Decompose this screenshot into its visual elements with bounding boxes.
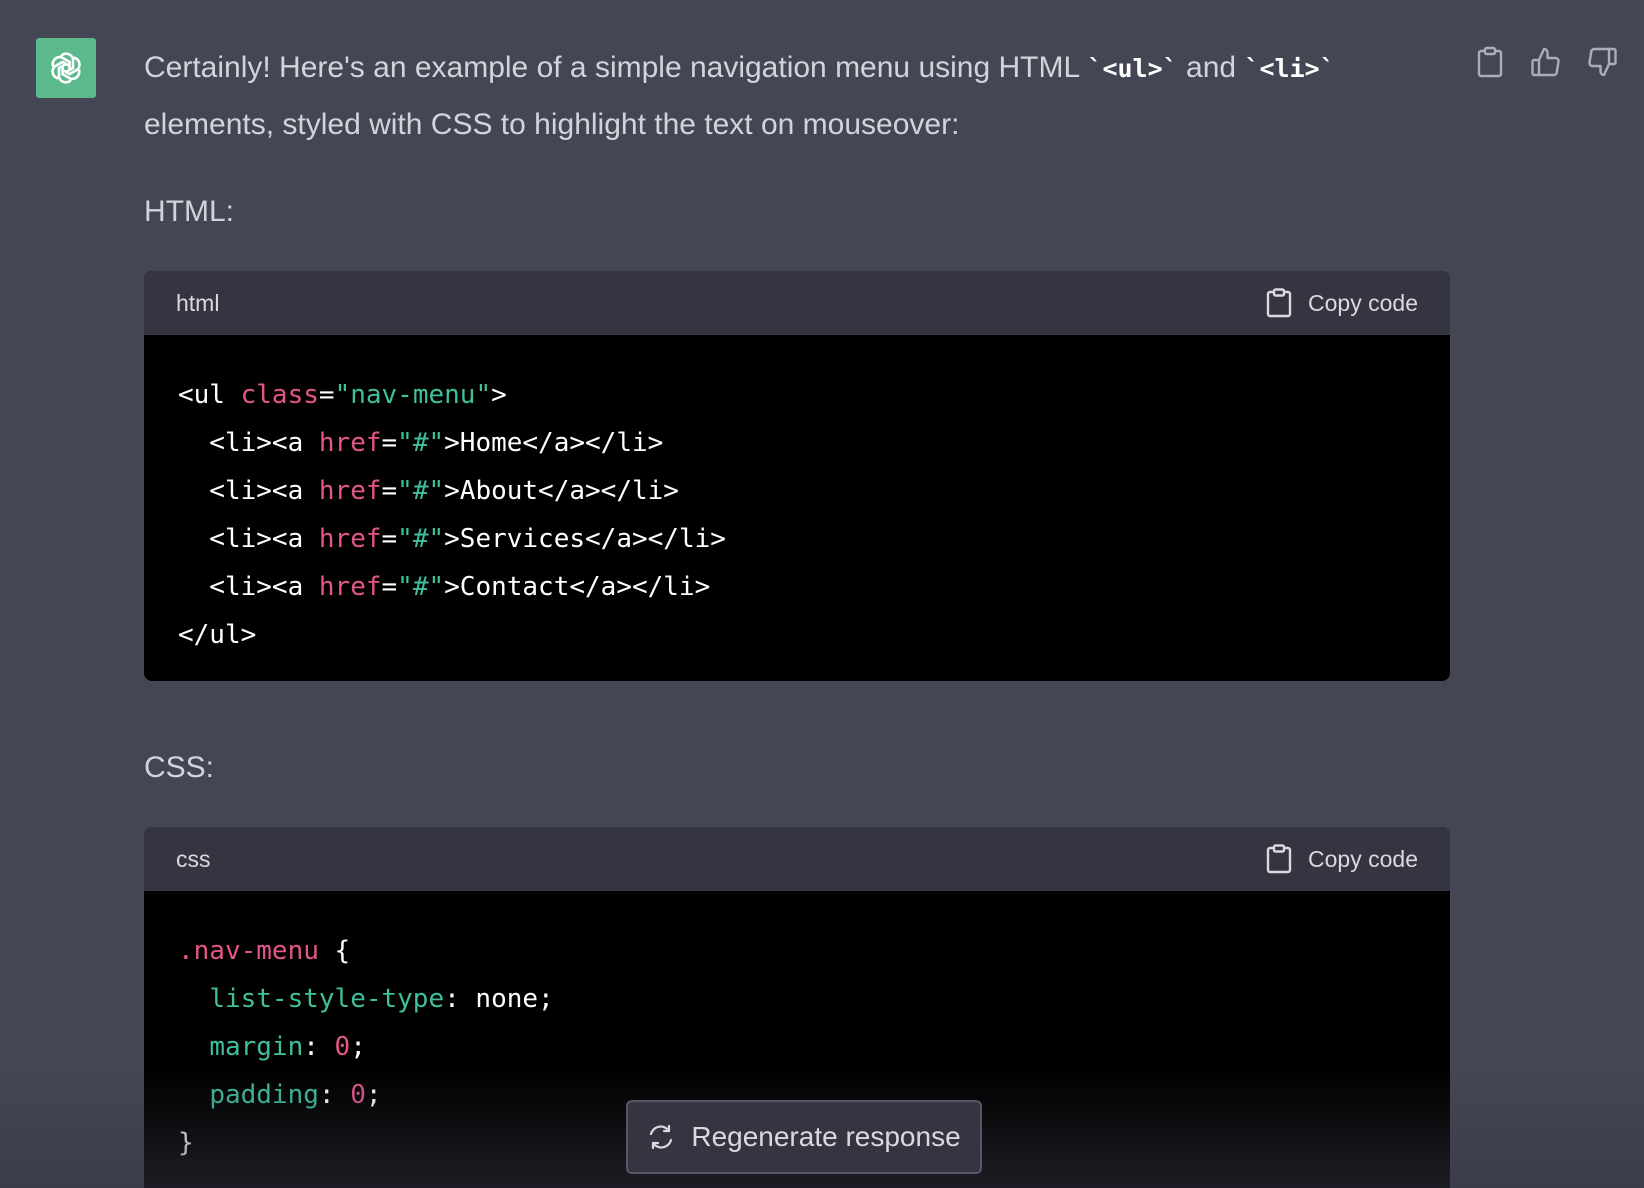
code-line: .nav-menu { [178,927,1416,975]
copy-code-label: Copy code [1308,289,1418,316]
code-token: </ul> [178,620,257,650]
code-token: "#" [397,428,445,458]
code-token: = [381,572,398,602]
openai-logo-icon [51,52,81,84]
html-code-block: html Copy code <ul class="nav-menu"> <li… [144,271,1450,681]
copy-code-button[interactable]: Copy code [1266,288,1418,318]
code-token: >Home</a></li> [444,428,664,458]
copy-code-label: Copy code [1308,845,1418,872]
code-token: <li><a [178,476,319,506]
code-token: = [318,380,335,410]
assistant-message: Certainly! Here's an example of a simple… [144,40,1450,1188]
message-actions [1472,44,1620,80]
code-token: >Services</a></li> [444,524,726,554]
code-token: = [381,476,398,506]
clipboard-icon [1266,844,1292,874]
code-token: "nav-menu" [334,380,492,410]
code-token: } [178,1128,194,1158]
copy-code-button[interactable]: Copy code [1266,844,1418,874]
inline-code-ul: `<ul>` [1087,54,1178,83]
code-line: <li><a href="#">Contact</a></li> [178,563,1416,611]
intro-text: and [1177,51,1245,84]
code-token: <li><a [178,524,319,554]
code-token: margin [209,1032,304,1062]
code-line: list-style-type: none; [178,975,1416,1023]
code-token: 0 [334,1032,351,1062]
code-token: padding [209,1080,319,1110]
regenerate-response-button[interactable]: Regenerate response [626,1100,982,1174]
code-line: <li><a href="#">Home</a></li> [178,419,1416,467]
code-block-header: html Copy code [144,271,1450,335]
code-token: : [303,1032,335,1062]
code-token: class [240,380,319,410]
code-token: href [318,524,382,554]
refresh-icon [650,1124,673,1150]
assistant-avatar [36,38,96,98]
copy-message-button[interactable] [1472,44,1508,80]
code-line: </ul> [178,611,1416,659]
code-token: <li><a [178,572,319,602]
regenerate-label: Regenerate response [691,1121,961,1152]
code-token: >About</a></li> [444,476,679,506]
code-token: href [318,428,382,458]
code-token: "#" [397,524,445,554]
clipboard-icon [1266,288,1292,318]
css-label: CSS: [144,751,215,784]
html-label: HTML: [144,195,234,228]
code-token: href [318,572,382,602]
html-code-content: <ul class="nav-menu"> <li><a href="#">Ho… [144,335,1450,681]
thumbs-up-button[interactable] [1528,44,1564,80]
thumbs-down-icon [1588,47,1617,77]
code-token: "#" [397,572,445,602]
code-token: <ul [178,380,241,410]
thumbs-down-button[interactable] [1584,44,1620,80]
code-token: = [381,524,398,554]
intro-text: elements, styled with CSS to highlight t… [144,108,960,141]
code-block-header: css Copy code [144,827,1450,891]
code-language: html [176,289,220,316]
code-token: 0 [350,1080,366,1110]
chat-page: Certainly! Here's an example of a simple… [0,0,1644,1188]
code-token: = [381,428,398,458]
inline-code-li: `<li>` [1244,54,1335,83]
code-token: : [318,1080,351,1110]
code-token: <li><a [178,428,319,458]
code-token: "#" [397,476,445,506]
code-token: >Contact</a></li> [444,572,711,602]
code-language: css [176,845,211,872]
intro-text: Certainly! Here's an example of a simple… [144,51,1088,84]
code-token: ; [350,1032,366,1062]
clipboard-icon [1477,46,1503,78]
intro-paragraph: Certainly! Here's an example of a simple… [144,40,1444,153]
code-token: href [318,476,382,506]
thumbs-up-icon [1531,47,1560,77]
code-line: <li><a href="#">About</a></li> [178,467,1416,515]
code-line: <li><a href="#">Services</a></li> [178,515,1416,563]
code-token: > [491,380,507,410]
code-line: <ul class="nav-menu"> [178,371,1416,419]
code-token: .nav-menu [178,936,319,966]
code-token: : none; [444,984,554,1014]
code-line: margin: 0; [178,1023,1416,1071]
code-token: ; [365,1080,382,1110]
code-token: list-style-type [209,984,445,1014]
code-token: { [318,936,351,966]
